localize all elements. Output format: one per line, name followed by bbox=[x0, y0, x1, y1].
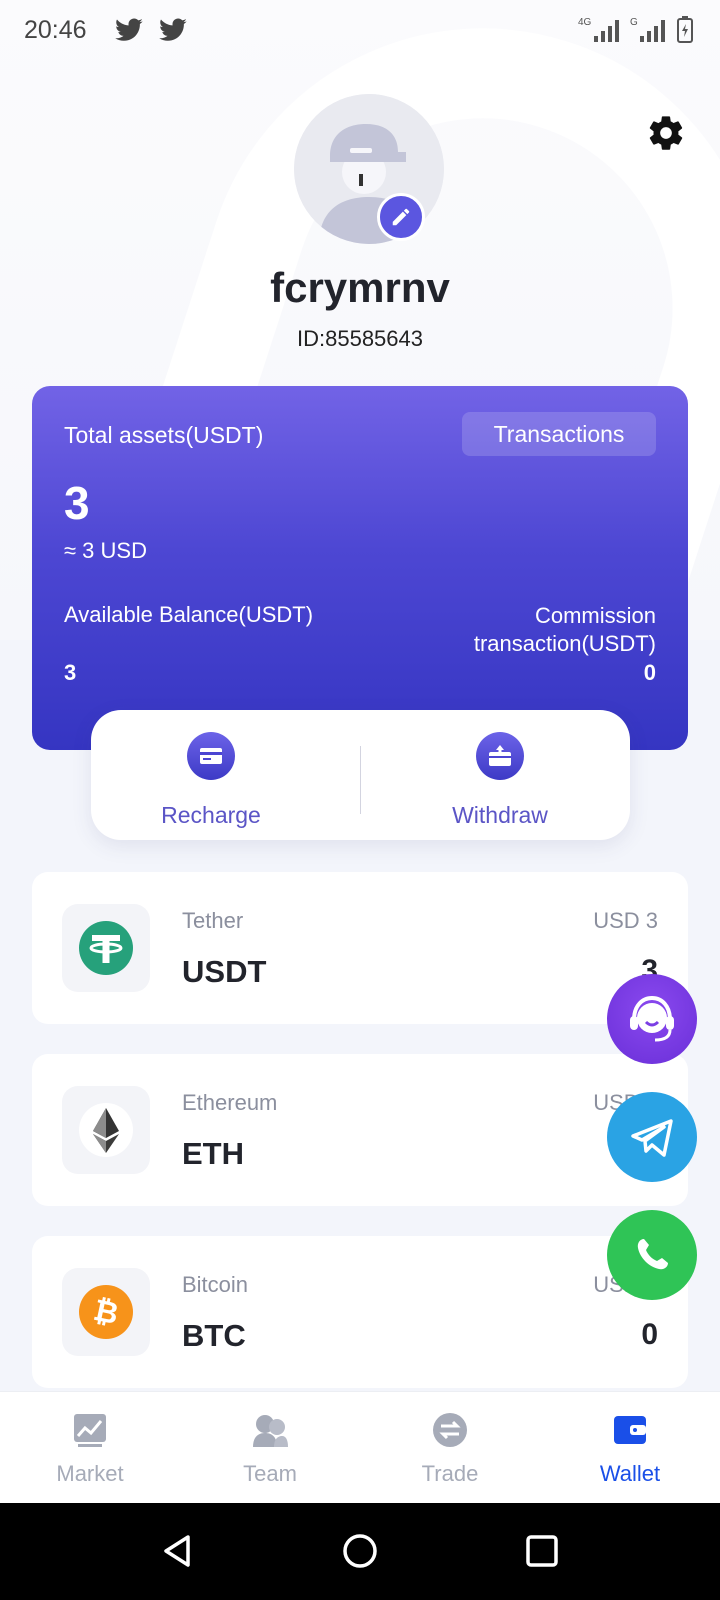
tab-team[interactable]: Team bbox=[210, 1412, 330, 1487]
commission-label: Commission transaction(USDT) bbox=[473, 603, 656, 656]
coin-usd-value: USD 3 bbox=[593, 908, 658, 933]
signal-icon: 4G bbox=[578, 17, 619, 42]
twitter-icon bbox=[115, 18, 143, 41]
coin-symbol: BTC bbox=[182, 1318, 246, 1353]
settings-gear-icon[interactable] bbox=[646, 113, 686, 153]
signal-icon: G bbox=[630, 17, 665, 42]
recharge-button[interactable]: Recharge bbox=[111, 732, 311, 829]
edit-avatar-button[interactable] bbox=[377, 193, 425, 241]
available-balance-value: 3 bbox=[64, 660, 77, 685]
telegram-icon bbox=[631, 1119, 673, 1157]
telegram-button[interactable] bbox=[607, 1092, 697, 1182]
tab-wallet-label: Wallet bbox=[599, 1461, 661, 1486]
system-navigation-bar bbox=[0, 1503, 720, 1600]
tab-trade[interactable]: Trade bbox=[390, 1412, 510, 1487]
tab-market-label: Market bbox=[56, 1461, 124, 1486]
recharge-withdraw-card: Recharge Withdraw bbox=[91, 710, 630, 840]
coin-symbol: ETH bbox=[182, 1136, 244, 1171]
coin-card-eth[interactable]: Ethereum ETH USD 0 0 bbox=[32, 1054, 688, 1206]
coin-name: Ethereum bbox=[182, 1090, 278, 1115]
coin-icon-box bbox=[62, 1086, 150, 1174]
withdraw-icon bbox=[489, 745, 511, 766]
team-icon bbox=[253, 1415, 288, 1447]
transactions-button[interactable]: Transactions bbox=[462, 412, 656, 456]
wallet-icon bbox=[614, 1416, 646, 1444]
tab-market[interactable]: Market bbox=[30, 1412, 150, 1487]
coin-name: Tether bbox=[182, 908, 244, 933]
market-chart-icon bbox=[74, 1414, 106, 1447]
home-circle-icon[interactable] bbox=[342, 1533, 378, 1569]
whatsapp-button[interactable] bbox=[607, 1210, 697, 1300]
total-assets-approx: ≈ 3 USD bbox=[64, 538, 147, 563]
tab-trade-label: Trade bbox=[421, 1461, 479, 1486]
trade-exchange-icon bbox=[433, 1413, 467, 1447]
coin-amount: 0 bbox=[641, 1318, 658, 1351]
user-id: ID:85585643 bbox=[297, 326, 423, 351]
whatsapp-phone-icon bbox=[637, 1239, 668, 1270]
total-assets-card: Total assets(USDT) Transactions 3 ≈ 3 US… bbox=[32, 386, 688, 750]
tab-wallet[interactable]: Wallet bbox=[570, 1412, 690, 1487]
coin-icon-box bbox=[62, 904, 150, 992]
withdraw-icon-circle bbox=[476, 732, 524, 780]
signal-1-label: 4G bbox=[578, 17, 592, 28]
withdraw-label: Withdraw bbox=[452, 802, 548, 828]
bottom-tab-bar: Market Team Trade Wallet bbox=[0, 1391, 720, 1503]
commission-value: 0 bbox=[643, 660, 656, 685]
tab-team-label: Team bbox=[243, 1461, 297, 1486]
tether-icon bbox=[79, 921, 133, 975]
bitcoin-icon: ₿ bbox=[79, 1285, 133, 1339]
status-indicators: 4G G bbox=[578, 16, 694, 44]
total-assets-label: Total assets(USDT) bbox=[64, 422, 264, 448]
coin-card-btc[interactable]: ₿ Bitcoin BTC USD 0 0 bbox=[32, 1236, 688, 1388]
ethereum-icon bbox=[79, 1103, 133, 1157]
signal-2-label: G bbox=[630, 17, 638, 28]
pencil-icon bbox=[392, 208, 410, 226]
battery-icon bbox=[677, 16, 693, 43]
recents-square-icon[interactable] bbox=[524, 1533, 560, 1569]
twitter-icon bbox=[159, 18, 187, 41]
coin-card-usdt[interactable]: Tether USDT USD 3 3 bbox=[32, 872, 688, 1024]
coin-symbol: USDT bbox=[182, 954, 267, 989]
back-triangle-icon[interactable] bbox=[160, 1533, 196, 1569]
coin-icon-box: ₿ bbox=[62, 1268, 150, 1356]
recharge-label: Recharge bbox=[161, 802, 261, 828]
withdraw-button[interactable]: Withdraw bbox=[400, 732, 600, 829]
coin-name: Bitcoin bbox=[182, 1272, 249, 1297]
username: fcrymrnv bbox=[270, 264, 450, 311]
recharge-icon-circle bbox=[187, 732, 235, 780]
status-time: 20:46 bbox=[24, 16, 87, 44]
available-balance-label: Available Balance(USDT) bbox=[64, 602, 314, 627]
card-icon bbox=[200, 748, 222, 764]
total-assets-value: 3 bbox=[64, 477, 90, 529]
action-divider bbox=[360, 746, 361, 814]
headset-agent-icon bbox=[630, 995, 674, 1042]
customer-support-button[interactable] bbox=[607, 974, 697, 1064]
status-bar: 20:46 4G G bbox=[0, 0, 720, 60]
